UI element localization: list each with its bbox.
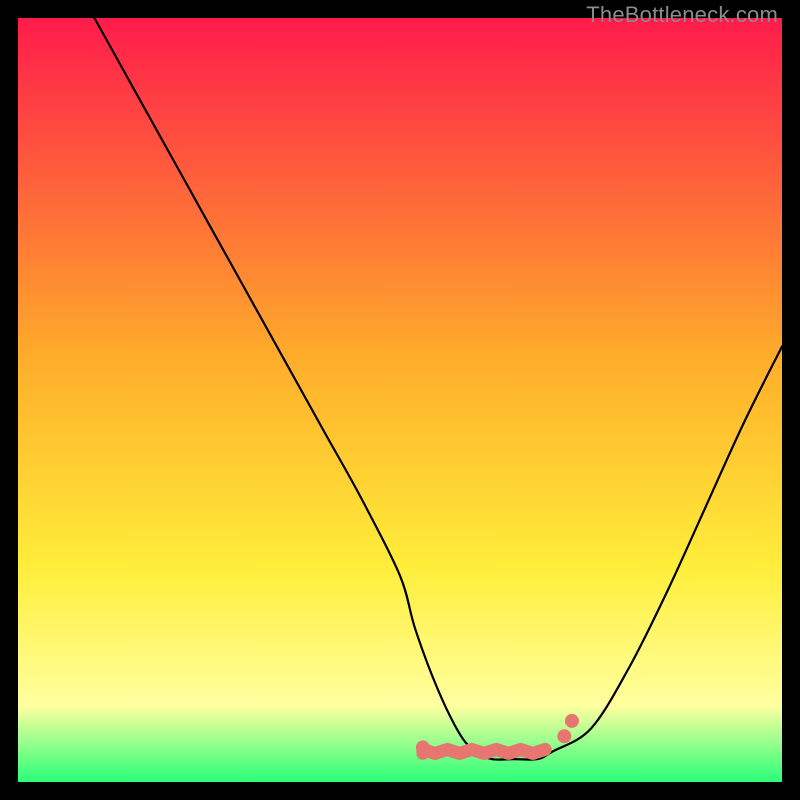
chart-frame: [18, 18, 782, 782]
watermark-text: TheBottleneck.com: [586, 2, 778, 28]
optimal-marker-dot: [416, 740, 430, 754]
optimal-marker-dot: [557, 729, 571, 743]
optimal-marker-dot: [565, 714, 579, 728]
optimal-band-stroke: [423, 749, 545, 753]
gradient-background: [18, 18, 782, 782]
bottleneck-chart: [18, 18, 782, 782]
